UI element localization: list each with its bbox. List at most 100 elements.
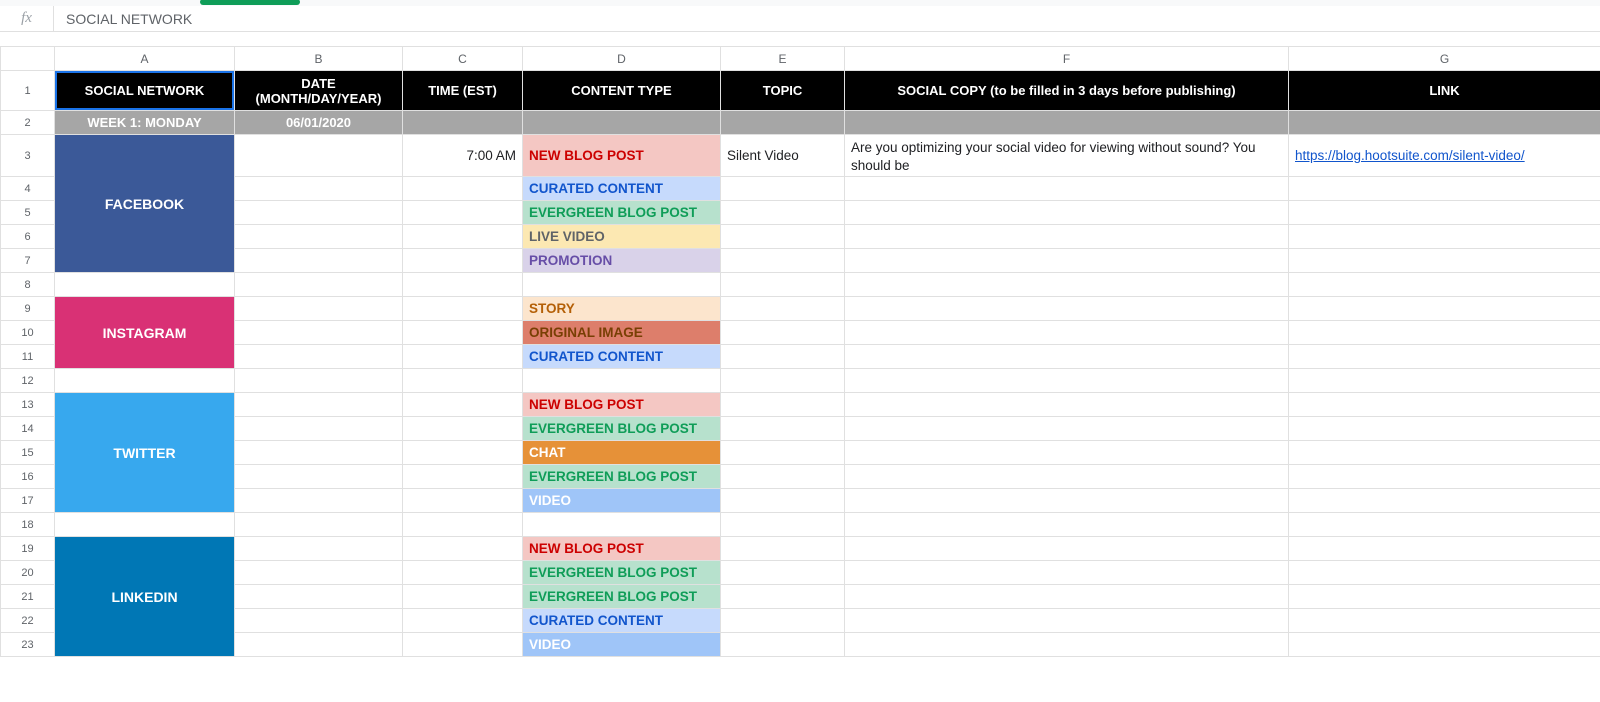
cell-time[interactable]: 7:00 AM	[403, 135, 523, 177]
content-type-promotion[interactable]: PROMOTION	[523, 249, 721, 273]
cell[interactable]	[721, 609, 845, 633]
column-header-row[interactable]: A B C D E F G	[1, 47, 1600, 71]
header-link[interactable]: LINK	[1289, 71, 1600, 111]
select-all-corner[interactable]	[1, 47, 55, 71]
cell[interactable]	[403, 465, 523, 489]
network-instagram[interactable]: INSTAGRAM	[55, 297, 235, 369]
cell[interactable]	[235, 441, 403, 465]
content-type-video[interactable]: VIDEO	[523, 489, 721, 513]
cell[interactable]	[403, 225, 523, 249]
cell[interactable]	[523, 273, 721, 297]
cell[interactable]	[721, 513, 845, 537]
cell[interactable]	[235, 135, 403, 177]
cell[interactable]	[845, 585, 1289, 609]
cell[interactable]	[403, 609, 523, 633]
cell[interactable]	[1289, 111, 1600, 135]
header-social-network[interactable]: SOCIAL NETWORK	[55, 71, 235, 111]
row-header-15[interactable]: 15	[1, 441, 55, 465]
cell[interactable]	[403, 201, 523, 225]
cell[interactable]	[1289, 393, 1600, 417]
cell[interactable]	[1289, 369, 1600, 393]
content-type-curated[interactable]: CURATED CONTENT	[523, 345, 721, 369]
row-header-6[interactable]: 6	[1, 225, 55, 249]
content-type-evergreen[interactable]: EVERGREEN BLOG POST	[523, 201, 721, 225]
cell[interactable]	[845, 393, 1289, 417]
row-header-3[interactable]: 3	[1, 135, 55, 177]
cell[interactable]	[523, 369, 721, 393]
cell[interactable]	[721, 561, 845, 585]
header-date[interactable]: DATE (MONTH/DAY/YEAR)	[235, 71, 403, 111]
cell[interactable]	[721, 465, 845, 489]
header-content-type[interactable]: CONTENT TYPE	[523, 71, 721, 111]
cell[interactable]	[1289, 321, 1600, 345]
row-header-4[interactable]: 4	[1, 177, 55, 201]
cell[interactable]	[235, 417, 403, 441]
cell[interactable]	[845, 273, 1289, 297]
content-type-new-blog[interactable]: NEW BLOG POST	[523, 393, 721, 417]
cell[interactable]	[721, 177, 845, 201]
col-header-B[interactable]: B	[235, 47, 403, 71]
row-header-2[interactable]: 2	[1, 111, 55, 135]
share-button[interactable]	[200, 0, 300, 5]
cell[interactable]	[403, 273, 523, 297]
cell[interactable]	[403, 249, 523, 273]
col-header-E[interactable]: E	[721, 47, 845, 71]
cell[interactable]	[403, 537, 523, 561]
cell[interactable]	[235, 201, 403, 225]
row-header-13[interactable]: 13	[1, 393, 55, 417]
link-anchor[interactable]: https://blog.hootsuite.com/silent-video/	[1295, 148, 1525, 163]
content-type-evergreen[interactable]: EVERGREEN BLOG POST	[523, 585, 721, 609]
cell[interactable]	[845, 513, 1289, 537]
cell[interactable]	[845, 489, 1289, 513]
row-header-9[interactable]: 9	[1, 297, 55, 321]
cell[interactable]	[845, 225, 1289, 249]
cell[interactable]	[845, 465, 1289, 489]
cell[interactable]	[235, 297, 403, 321]
col-header-G[interactable]: G	[1289, 47, 1600, 71]
col-header-A[interactable]: A	[55, 47, 235, 71]
cell[interactable]	[845, 177, 1289, 201]
row-header-10[interactable]: 10	[1, 321, 55, 345]
content-type-curated[interactable]: CURATED CONTENT	[523, 177, 721, 201]
content-type-video[interactable]: VIDEO	[523, 633, 721, 657]
cell[interactable]	[403, 489, 523, 513]
network-linkedin[interactable]: LINKEDIN	[55, 537, 235, 657]
cell[interactable]	[403, 177, 523, 201]
cell[interactable]	[235, 585, 403, 609]
cell[interactable]	[235, 273, 403, 297]
cell[interactable]	[1289, 177, 1600, 201]
cell[interactable]	[1289, 633, 1600, 657]
cell[interactable]	[235, 465, 403, 489]
cell[interactable]	[523, 111, 721, 135]
network-facebook[interactable]: FACEBOOK	[55, 135, 235, 273]
cell[interactable]	[235, 537, 403, 561]
cell[interactable]	[845, 537, 1289, 561]
cell[interactable]	[235, 249, 403, 273]
row-header-11[interactable]: 11	[1, 345, 55, 369]
cell[interactable]	[235, 513, 403, 537]
cell[interactable]	[235, 345, 403, 369]
content-type-evergreen[interactable]: EVERGREEN BLOG POST	[523, 417, 721, 441]
row-header-8[interactable]: 8	[1, 273, 55, 297]
cell[interactable]	[721, 321, 845, 345]
cell[interactable]	[1289, 225, 1600, 249]
cell[interactable]	[721, 225, 845, 249]
row-header-21[interactable]: 21	[1, 585, 55, 609]
cell[interactable]	[403, 111, 523, 135]
row-header-5[interactable]: 5	[1, 201, 55, 225]
cell[interactable]	[403, 417, 523, 441]
cell-link[interactable]: https://blog.hootsuite.com/silent-video/	[1289, 135, 1600, 177]
cell[interactable]	[235, 609, 403, 633]
cell[interactable]	[721, 441, 845, 465]
content-type-chat[interactable]: CHAT	[523, 441, 721, 465]
cell[interactable]	[845, 417, 1289, 441]
header-social-copy[interactable]: SOCIAL COPY (to be filled in 3 days befo…	[845, 71, 1289, 111]
cell[interactable]	[1289, 273, 1600, 297]
cell[interactable]	[1289, 585, 1600, 609]
cell[interactable]	[523, 513, 721, 537]
cell[interactable]	[1289, 489, 1600, 513]
cell[interactable]	[721, 345, 845, 369]
row-header-19[interactable]: 19	[1, 537, 55, 561]
cell[interactable]	[403, 369, 523, 393]
row-header-18[interactable]: 18	[1, 513, 55, 537]
